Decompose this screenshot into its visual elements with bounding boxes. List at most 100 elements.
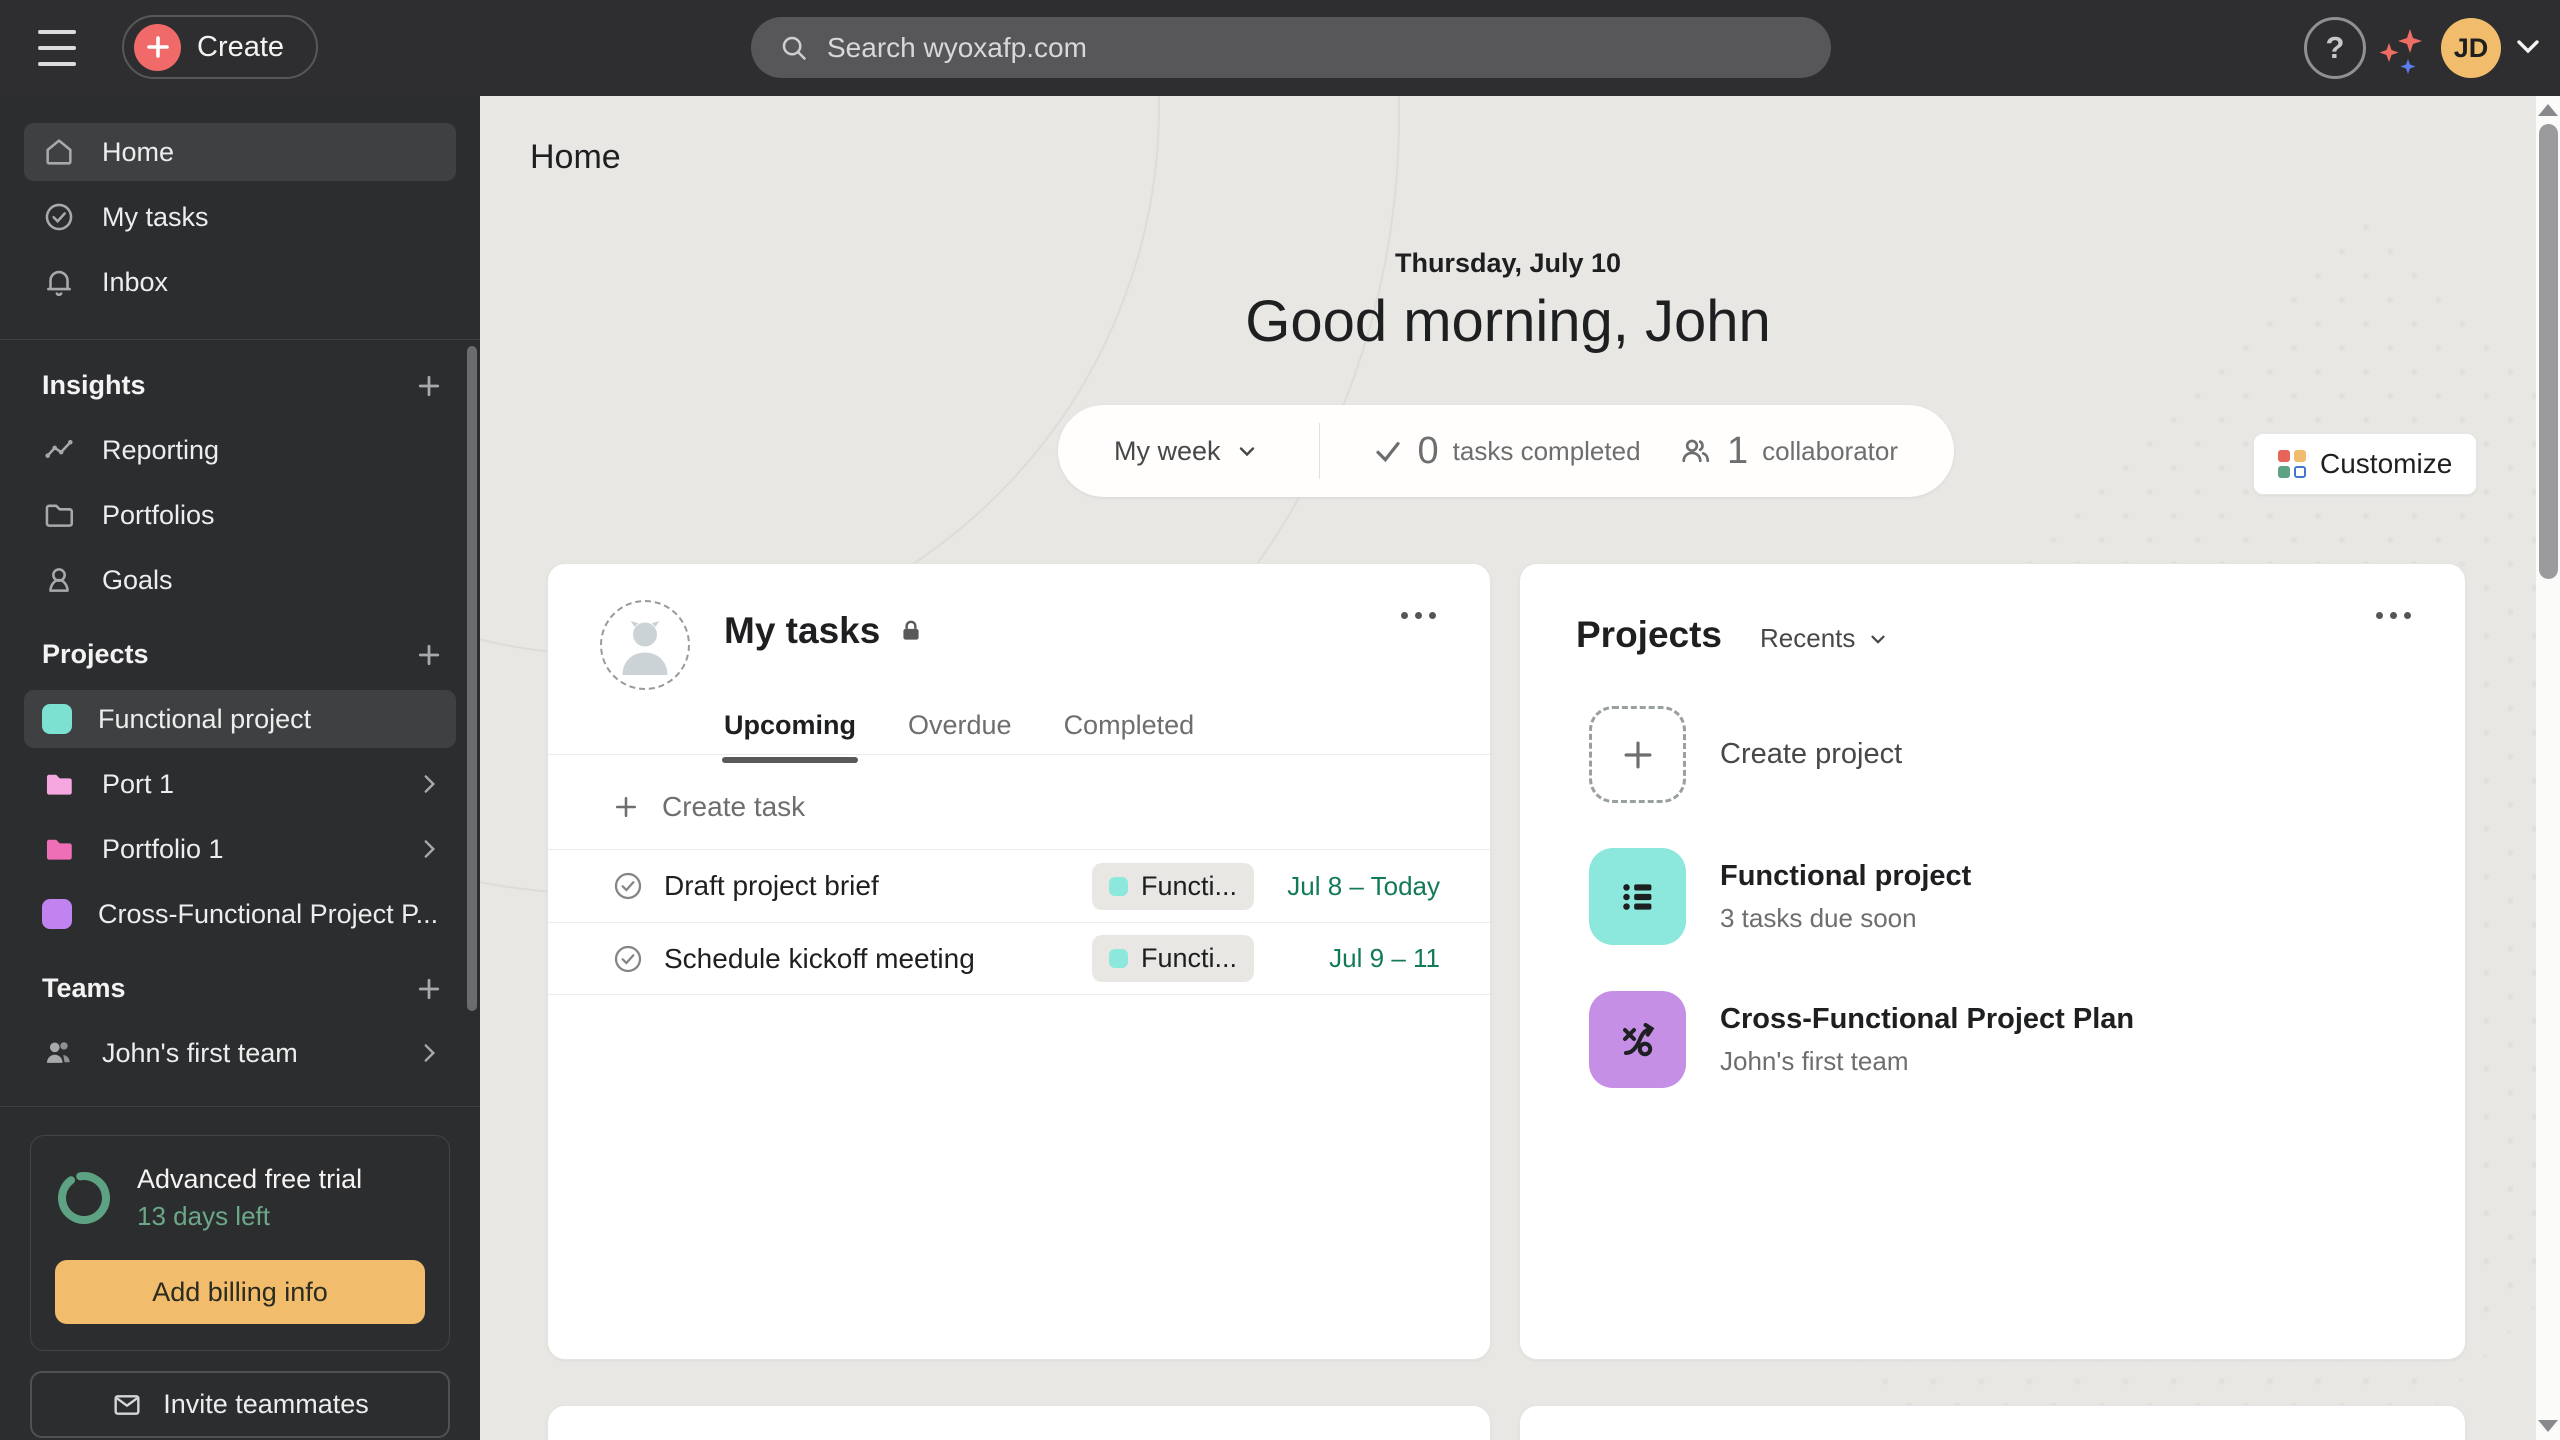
customize-button[interactable]: Customize: [2253, 433, 2478, 495]
sidebar-section-insights[interactable]: Insights: [42, 370, 444, 401]
sidebar-section-projects[interactable]: Projects: [42, 639, 444, 670]
chevron-right-icon[interactable]: [416, 836, 442, 862]
task-name: Schedule kickoff meeting: [664, 942, 975, 974]
task-check-circle-icon[interactable]: [612, 943, 644, 975]
sidebar-item-johns-first-team[interactable]: John's first team: [24, 1024, 456, 1082]
plus-icon: [134, 23, 181, 71]
sidebar-item-portfolio-1[interactable]: Portfolio 1: [24, 820, 456, 878]
search-icon: [782, 36, 807, 60]
tab-overdue[interactable]: Overdue: [908, 710, 1012, 763]
chevron-down-icon: [1871, 635, 1886, 644]
task-row[interactable]: Schedule kickoff meeting Functi... Jul 9…: [548, 922, 1490, 995]
lock-icon: [903, 620, 919, 640]
my-tasks-menu-button[interactable]: [1401, 612, 1436, 619]
add-team-icon[interactable]: [414, 974, 444, 1004]
add-billing-info-button[interactable]: Add billing info: [55, 1260, 425, 1324]
sidebar: Home My tasks Inbox Insights Reporting P…: [0, 96, 480, 1440]
sidebar-item-reporting[interactable]: Reporting: [24, 421, 456, 479]
sidebar-item-goals[interactable]: Goals: [24, 551, 456, 609]
trial-progress-ring-icon: [58, 1172, 110, 1224]
week-filter-dropdown[interactable]: My week: [1114, 436, 1259, 467]
ai-sparkles-icon[interactable]: [2372, 21, 2428, 77]
project-subtitle: John's first team: [1720, 1045, 1909, 1076]
project-list-item-cross-functional[interactable]: Cross-Functional Project Plan John's fir…: [1589, 991, 2134, 1088]
scroll-up-arrow-icon[interactable]: [2538, 104, 2558, 116]
sidebar-divider: [0, 339, 480, 340]
main-scrollbar[interactable]: [2536, 96, 2560, 1440]
topbar: Create Search wyoxafp.com ? JD: [0, 0, 2560, 96]
partial-card: [547, 1405, 1491, 1440]
create-button[interactable]: Create: [122, 15, 319, 79]
account-menu-chevron-icon[interactable]: [2511, 33, 2545, 59]
task-list: Draft project brief Functi... Jul 8 – To…: [548, 849, 1490, 995]
project-color-dot: [1108, 949, 1128, 968]
task-check-circle-icon[interactable]: [612, 870, 644, 902]
sidebar-item-label: Functional project: [98, 703, 312, 734]
user-avatar-placeholder[interactable]: [600, 600, 690, 690]
invite-teammates-button[interactable]: Invite teammates: [30, 1371, 450, 1438]
sidebar-item-label: Portfolios: [102, 499, 215, 530]
collaborator-label: collaborator: [1762, 435, 1898, 466]
create-project-button[interactable]: Create project: [1589, 706, 1902, 803]
create-task-button[interactable]: Create task: [612, 776, 805, 838]
project-name: Functional project: [1720, 859, 1972, 892]
sidebar-item-functional-project[interactable]: Functional project: [24, 690, 456, 748]
stats-bar: My week 0 tasks completed 1 collaborator: [1058, 405, 1954, 497]
task-project-tag[interactable]: Functi...: [1091, 862, 1254, 910]
plus-icon: [1589, 706, 1686, 803]
sidebar-item-label: My tasks: [102, 201, 209, 232]
recents-dropdown[interactable]: Recents: [1760, 623, 1889, 654]
plus-icon: [615, 796, 637, 818]
tasks-completed-label: tasks completed: [1452, 435, 1641, 466]
task-row[interactable]: Draft project brief Functi... Jul 8 – To…: [548, 849, 1490, 922]
chevron-right-icon[interactable]: [416, 1040, 442, 1066]
sidebar-item-portfolios[interactable]: Portfolios: [24, 486, 456, 544]
help-button[interactable]: ?: [2304, 17, 2366, 79]
sidebar-toggle-button[interactable]: [38, 30, 76, 66]
sidebar-item-home[interactable]: Home: [24, 123, 456, 181]
sidebar-bottom-panel: Advanced free trial 13 days left Add bil…: [0, 1106, 480, 1440]
collaborators-icon: [1682, 439, 1710, 463]
sidebar-section-teams[interactable]: Teams: [42, 973, 444, 1004]
user-avatar[interactable]: JD: [2441, 18, 2501, 78]
my-tasks-tabs: Upcoming Overdue Completed: [722, 710, 1195, 763]
trial-title: Advanced free trial: [137, 1164, 363, 1194]
bell-icon: [47, 270, 71, 296]
projects-menu-button[interactable]: [2376, 612, 2411, 619]
tasks-completed-count: 0: [1417, 429, 1439, 472]
sidebar-item-label: Home: [102, 136, 175, 167]
sidebar-scrollbar-thumb[interactable]: [467, 346, 477, 1011]
sidebar-divider: [0, 1106, 480, 1107]
task-project-tag[interactable]: Functi...: [1091, 935, 1254, 982]
tab-upcoming[interactable]: Upcoming: [722, 710, 858, 763]
chevron-right-icon[interactable]: [416, 771, 442, 797]
folder-icon: [46, 839, 72, 860]
envelope-icon: [114, 1394, 140, 1415]
project-list-item-functional[interactable]: Functional project 3 tasks due soon: [1589, 848, 1971, 945]
check-icon: [1375, 442, 1400, 463]
chart-line-icon: [45, 439, 73, 458]
project-color-swatch: [42, 704, 72, 734]
tab-completed[interactable]: Completed: [1064, 710, 1195, 763]
tasks-completed-stat[interactable]: 0 tasks completed: [1372, 430, 1641, 473]
sidebar-item-my-tasks[interactable]: My tasks: [24, 188, 456, 246]
main-scrollbar-thumb[interactable]: [2539, 124, 2558, 579]
scroll-down-arrow-icon[interactable]: [2538, 1420, 2558, 1432]
trial-days-left: 13 days left: [137, 1201, 270, 1231]
home-icon: [46, 139, 72, 165]
sidebar-item-cross-functional[interactable]: Cross-Functional Project P...: [24, 885, 456, 943]
team-people-icon: [46, 1042, 70, 1063]
add-project-icon[interactable]: [414, 640, 444, 670]
sidebar-item-inbox[interactable]: Inbox: [24, 253, 456, 311]
search-input[interactable]: Search wyoxafp.com: [751, 17, 1831, 78]
folder-icon: [46, 774, 72, 795]
partial-card: [1519, 1405, 2466, 1440]
task-name: Draft project brief: [664, 870, 879, 901]
add-insight-icon[interactable]: [414, 371, 444, 401]
current-date: Thursday, July 10: [1394, 248, 1622, 278]
sidebar-item-label: Portfolio 1: [102, 833, 224, 864]
sidebar-item-label: Cross-Functional Project P...: [98, 898, 439, 929]
collaborators-stat[interactable]: 1 collaborator: [1677, 430, 1898, 473]
sidebar-item-port-1[interactable]: Port 1: [24, 755, 456, 813]
sidebar-item-label: John's first team: [102, 1037, 298, 1068]
